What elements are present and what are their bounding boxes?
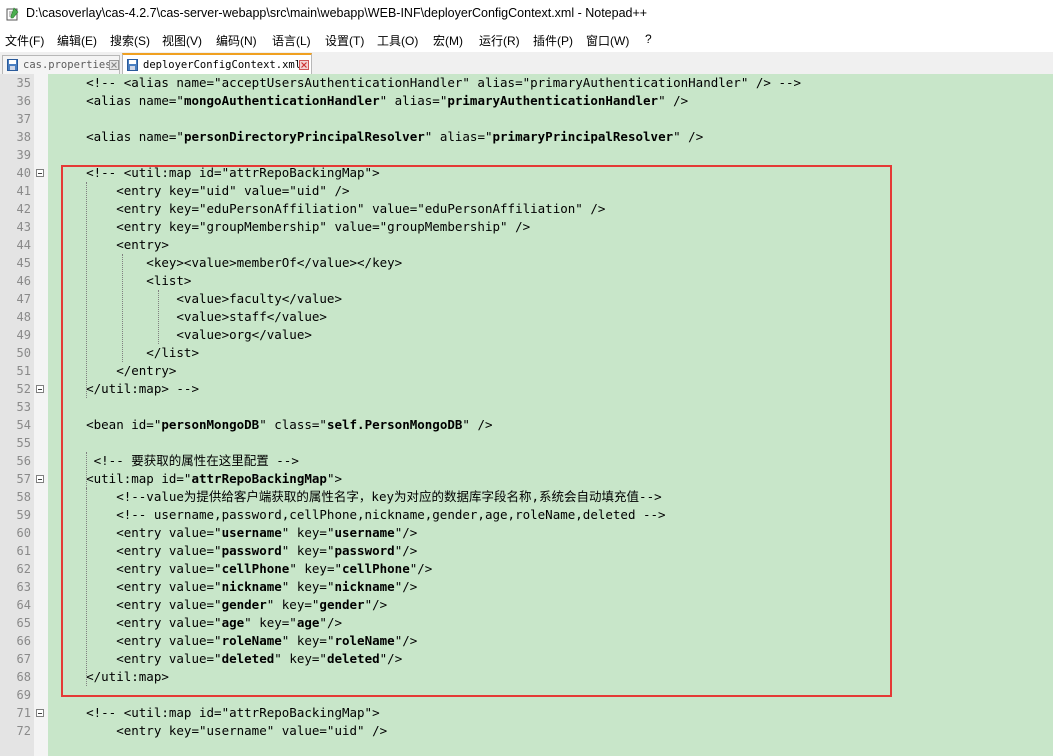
line-number: 45 xyxy=(16,256,31,270)
saved-file-icon xyxy=(127,59,138,71)
line-number: 40 xyxy=(16,166,31,180)
line-number: 49 xyxy=(16,328,31,342)
line-number: 67 xyxy=(16,652,31,666)
code-line: <alias name="personDirectoryPrincipalRes… xyxy=(56,129,704,144)
window-title: D:\casoverlay\cas-4.2.7\cas-server-webap… xyxy=(26,6,648,20)
line-number: 55 xyxy=(16,436,31,450)
menu-item[interactable]: 窗口(W) xyxy=(586,32,629,49)
fold-toggle-icon[interactable] xyxy=(36,385,44,393)
menu-item[interactable]: 语言(L) xyxy=(272,32,311,49)
code-line: <!-- <alias name="acceptUsersAuthenticat… xyxy=(56,75,802,90)
fold-toggle-icon[interactable] xyxy=(36,169,44,177)
line-number: 59 xyxy=(16,508,31,522)
line-number: 69 xyxy=(16,688,31,702)
menu-item[interactable]: 编码(N) xyxy=(216,32,257,49)
line-number: 42 xyxy=(16,202,31,216)
close-tab-icon[interactable] xyxy=(299,60,309,70)
line-number: 60 xyxy=(16,526,31,540)
line-number: 38 xyxy=(16,130,31,144)
menu-item[interactable]: 设置(T) xyxy=(325,32,364,49)
tab-deployer-config-context[interactable]: deployerConfigContext.xml xyxy=(122,53,312,74)
line-number: 62 xyxy=(16,562,31,576)
tab-cas-properties[interactable]: cas.properties xyxy=(2,55,120,74)
menu-item[interactable]: 插件(P) xyxy=(533,32,573,49)
title-bar: D:\casoverlay\cas-4.2.7\cas-server-webap… xyxy=(0,0,1053,28)
line-number: 44 xyxy=(16,238,31,252)
menu-item[interactable]: 工具(O) xyxy=(377,32,418,49)
line-number: 71 xyxy=(16,706,31,720)
saved-file-icon xyxy=(7,59,18,71)
line-number: 36 xyxy=(16,94,31,108)
line-number: 39 xyxy=(16,148,31,162)
code-line: <alias name="mongoAuthenticationHandler"… xyxy=(56,93,689,108)
code-line: <entry key="username" value="uid" /> xyxy=(56,723,388,738)
line-number: 57 xyxy=(16,472,31,486)
line-number: 53 xyxy=(16,400,31,414)
line-number: 65 xyxy=(16,616,31,630)
line-number: 46 xyxy=(16,274,31,288)
menu-bar: 文件(F) 编辑(E) 搜索(S) 视图(V) 编码(N) 语言(L) 设置(T) 工具(O)… xyxy=(0,28,1053,50)
line-number: 61 xyxy=(16,544,31,558)
line-number: 41 xyxy=(16,184,31,198)
code-line: <!-- <util:map id="attrRepoBackingMap"> xyxy=(56,705,380,720)
line-number: 58 xyxy=(16,490,31,504)
menu-item[interactable]: 编辑(E) xyxy=(57,32,97,49)
line-number: 47 xyxy=(16,292,31,306)
menu-item[interactable]: ? xyxy=(645,32,652,46)
line-number: 72 xyxy=(16,724,31,738)
fold-toggle-icon[interactable] xyxy=(36,709,44,717)
tab-label: cas.properties xyxy=(23,59,112,71)
fold-toggle-icon[interactable] xyxy=(36,475,44,483)
line-number-gutter: 35 36 37 38 39 40 41 42 43 44 45 46 47 48 49 50 51 52 53 54… xyxy=(0,74,34,756)
code-editor[interactable]: 35 36 37 38 39 40 41 42 43 44 45 46 47 48 49 50 51 52 53 54… xyxy=(0,74,1053,756)
line-number: 52 xyxy=(16,382,31,396)
line-number: 63 xyxy=(16,580,31,594)
line-number: 35 xyxy=(16,76,31,90)
line-number: 50 xyxy=(16,346,31,360)
line-number: 64 xyxy=(16,598,31,612)
tab-bar: cas.properties deployerConfigContext.xml xyxy=(0,52,1053,75)
line-number: 51 xyxy=(16,364,31,378)
line-number: 48 xyxy=(16,310,31,324)
menu-item[interactable]: 运行(R) xyxy=(479,32,520,49)
line-number: 68 xyxy=(16,670,31,684)
menu-item[interactable]: 搜索(S) xyxy=(110,32,150,49)
menu-item[interactable]: 宏(M) xyxy=(433,32,463,49)
menu-item[interactable]: 文件(F) xyxy=(5,32,44,49)
line-number: 37 xyxy=(16,112,31,126)
highlight-annotation-box xyxy=(61,165,892,697)
menu-item[interactable]: 视图(V) xyxy=(162,32,202,49)
fold-margin[interactable] xyxy=(34,74,48,756)
tab-label: deployerConfigContext.xml xyxy=(143,59,302,71)
line-number: 54 xyxy=(16,418,31,432)
line-number: 66 xyxy=(16,634,31,648)
line-number: 43 xyxy=(16,220,31,234)
notepad-app-icon xyxy=(6,7,19,21)
close-tab-icon[interactable] xyxy=(109,60,119,70)
line-number: 56 xyxy=(16,454,31,468)
